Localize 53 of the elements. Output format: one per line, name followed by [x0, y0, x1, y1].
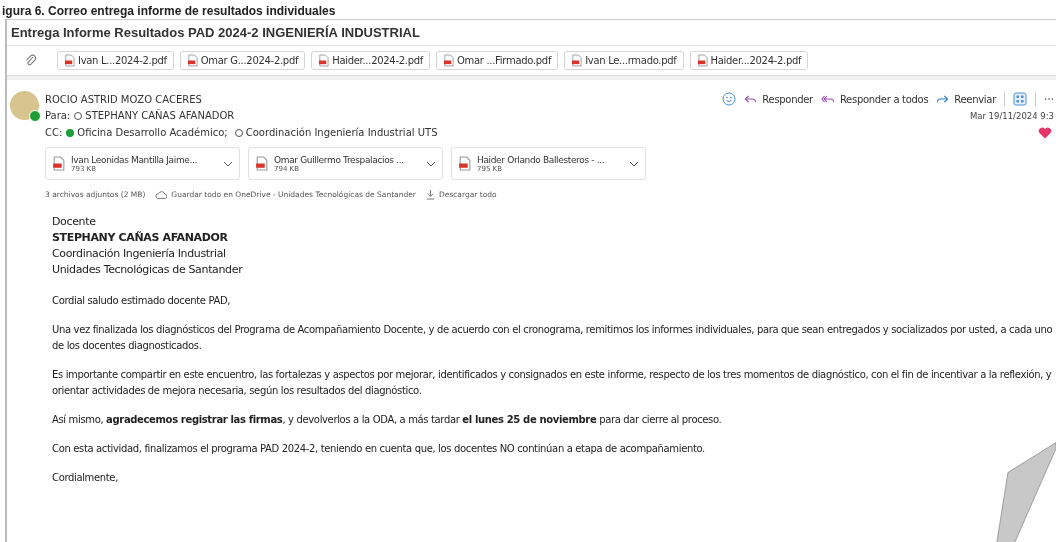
sender-name: ROCIO ASTRID MOZO CACERES: [45, 93, 202, 105]
more-options-icon[interactable]: [1044, 97, 1054, 101]
body-paragraph: Así mismo, agradecemos registrar las firmas, y devolverlos a la ODA, a más tardar el lunes 25 de noviembre para dar cierre al proceso.: [52, 413, 723, 427]
chevron-down-icon[interactable]: [426, 160, 436, 167]
pdf-file-icon: [64, 54, 75, 67]
pdf-file-icon: [186, 54, 198, 67]
address-line: STEPHANY CAÑAS AFANADOR: [52, 230, 229, 246]
attachment-name: Haider Orlando Ballesteros - ...: [477, 154, 606, 165]
forward-button[interactable]: Reenviar: [936, 93, 996, 105]
cc-label: CC:: [45, 127, 63, 138]
pdf-file-icon: [696, 54, 708, 67]
body-paragraph: Es importante compartir en este encuentro, las fortalezas y aspectos por mejorar, identificados y consignados en este informe, respecto de los tres momentos de diagnóstico, con el fin de incentivar a la reflexión, y orientar actividades de mejora necesaria, según los resultados del diagnóstico.: [52, 368, 1053, 398]
emoji-icon[interactable]: [722, 92, 737, 106]
pdf-file-icon: [52, 156, 65, 171]
attachment-chip[interactable]: Ivan L...2024-2.pdf: [57, 51, 174, 70]
paperclip-icon: [25, 53, 37, 68]
body-paragraph: Con esta actividad, finalizamos el programa PAD 2024-2, teniendo en cuenta que, los docentes NO continúan a etapa de acompañamiento.: [52, 442, 706, 456]
attachment-chip[interactable]: Omar G...2024-2.pdf: [179, 51, 306, 70]
pdf-file-icon: [458, 156, 471, 171]
attachment-chip[interactable]: Haider...2024-2.pdf: [689, 51, 809, 70]
to-label: Para:: [45, 110, 71, 121]
pdf-file-icon: [571, 54, 583, 67]
figure-caption: igura 6. Correo entrega informe de resultados individuales: [1, 5, 336, 18]
sent-date: Mar 19/11/2024 9:3: [969, 110, 1054, 121]
apps-icon[interactable]: [1013, 92, 1027, 106]
attachment-chip[interactable]: Omar ...Firmado.pdf: [435, 51, 559, 70]
email-subject: Entrega Informe Resultados PAD 2024-2 INGENIERÍA INDUSTRIAL: [7, 20, 1056, 46]
body-paragraph: Cordialmente,: [52, 471, 119, 485]
reply-button[interactable]: Responder: [744, 93, 813, 105]
address-line: Docente: [52, 214, 97, 230]
pdf-file-icon: [318, 54, 330, 67]
attachment-name: Omar Guillermo Trespalacios ...: [274, 154, 405, 165]
attachment-chip[interactable]: Haider...2024-2.pdf: [311, 51, 430, 70]
recipient[interactable]: STEPHANY CAÑAS AFANADOR: [74, 110, 235, 121]
recipient[interactable]: Coordinación Ingeniería Industrial UTS: [234, 127, 438, 138]
reply-all-icon: [820, 93, 835, 105]
pdf-file-icon: [255, 156, 268, 171]
chevron-down-icon[interactable]: [223, 160, 233, 167]
pdf-file-icon: [442, 54, 454, 67]
heart-icon: [1038, 126, 1052, 139]
chevron-down-icon[interactable]: [629, 160, 639, 167]
address-line: Coordinación Ingeniería Industrial: [52, 246, 227, 262]
attachment-name: Ivan Leonidas Mantilla Jaime...: [71, 154, 199, 165]
body-paragraph: Cordial saludo estimado docente PAD,: [52, 294, 232, 308]
attachment-chip[interactable]: Ivan Le...rmado.pdf: [564, 51, 684, 70]
reply-all-button[interactable]: Responder a todos: [820, 93, 929, 105]
reply-icon: [744, 93, 758, 105]
forward-icon: [936, 93, 950, 105]
body-paragraph: Una vez finalizada los diagnósticos del Programa de Acompañamiento Docente, y de acuerdo con el cronograma, remitimos los informes individuales, para que sean entregados y socializados por usted, a cada uno de los docentes diagnosticados.: [52, 323, 1054, 353]
recipient[interactable]: Oficina Desarrollo Académico;: [66, 127, 228, 138]
address-line: Unidades Tecnológicas de Santander: [52, 262, 244, 278]
cloud-icon: [155, 190, 168, 199]
download-icon: [425, 189, 435, 200]
